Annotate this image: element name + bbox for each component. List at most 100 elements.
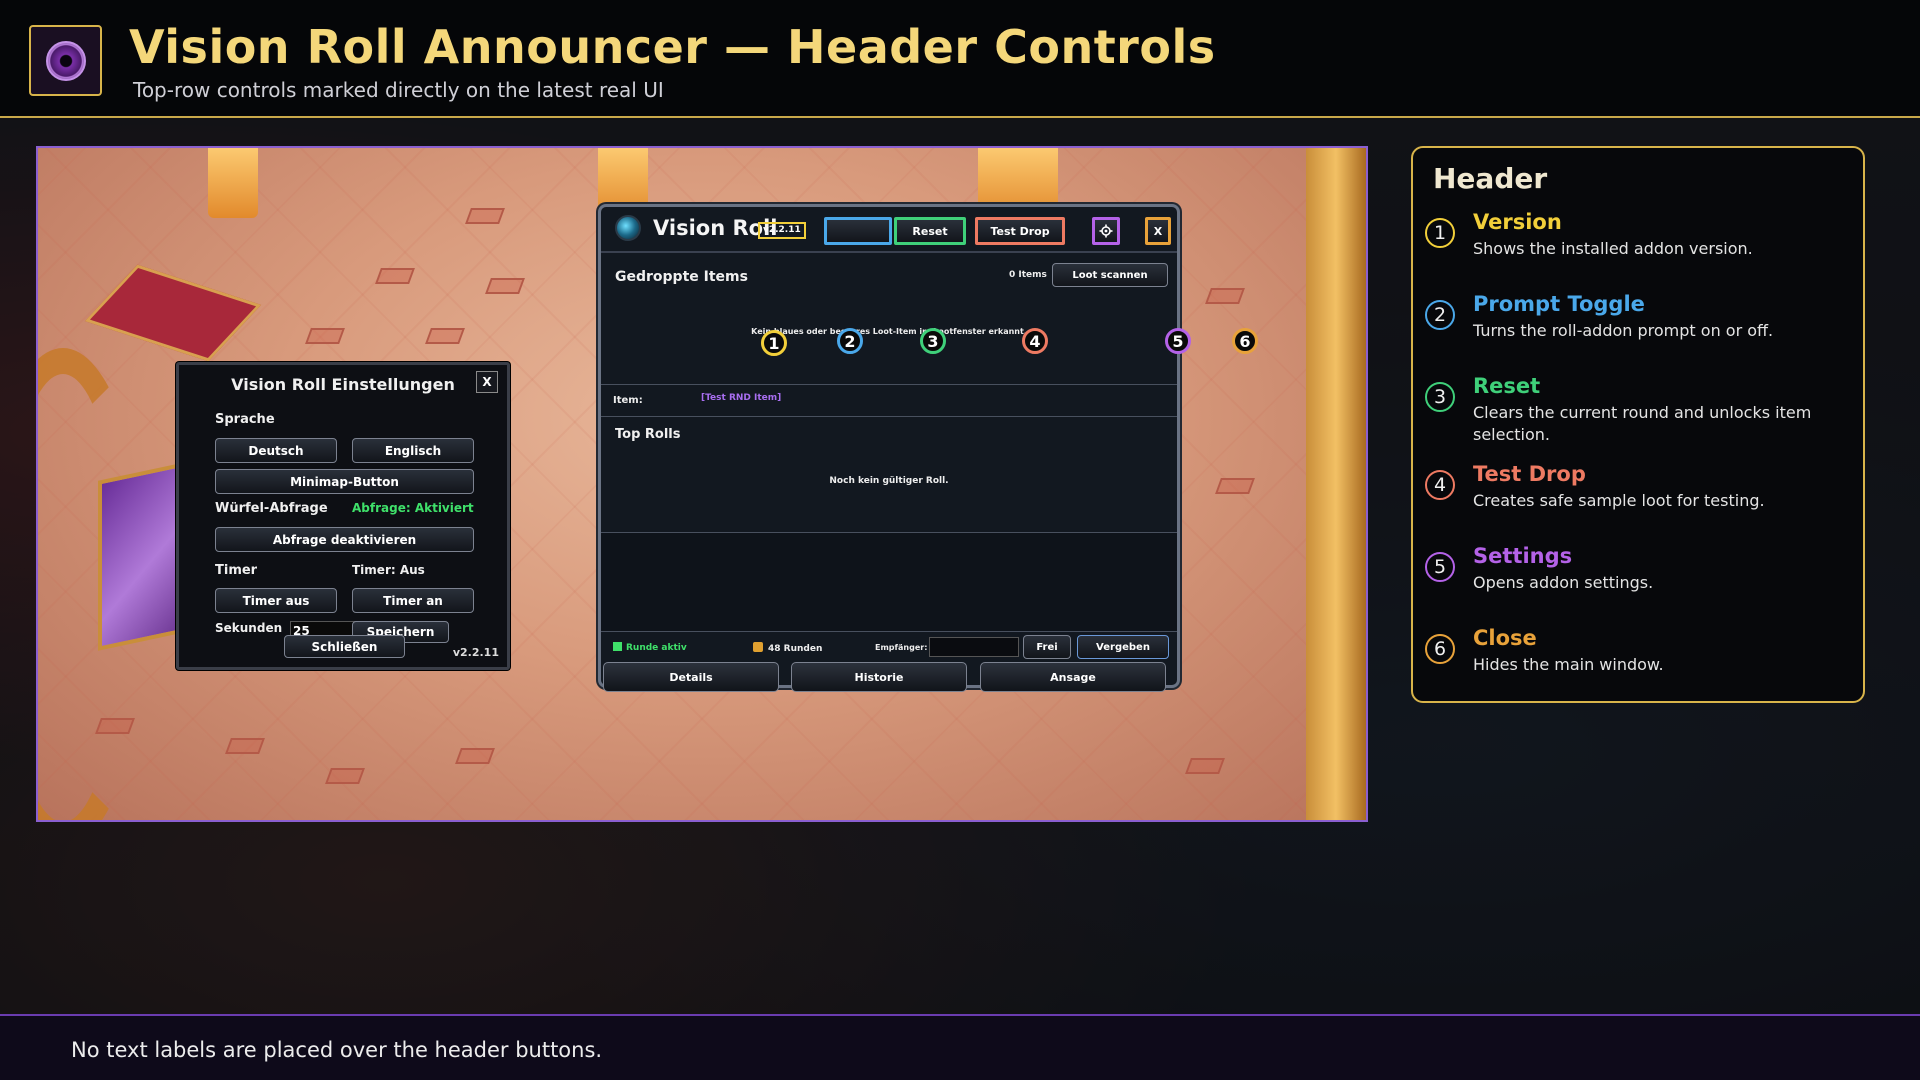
legend-name: Close (1473, 626, 1537, 650)
version-badge: v2.2.11 (758, 222, 806, 239)
addon-orb-icon (615, 215, 641, 241)
reset-button[interactable]: Reset (894, 217, 966, 245)
decor-tile (1185, 758, 1225, 774)
german-button[interactable]: Deutsch (215, 438, 337, 463)
disable-prompt-button[interactable]: Abfrage deaktivieren (215, 527, 474, 552)
timer-label: Timer (215, 563, 258, 578)
settings-close-text-button[interactable]: Schließen (284, 635, 405, 658)
empty-loot-message: Kein blaues oder besseres Loot-Item im L… (751, 327, 1027, 336)
round-status-text: Runde aktiv (626, 643, 687, 653)
timer-on-button[interactable]: Timer an (352, 588, 474, 613)
legend-name: Settings (1473, 544, 1573, 568)
decor-tile (1205, 288, 1245, 304)
decor-tile (455, 748, 495, 764)
decor-red-rug (84, 264, 262, 362)
rounds-count-text: 48 Runden (768, 644, 823, 654)
tab-history[interactable]: Historie (791, 662, 967, 692)
decor-tile (375, 268, 415, 284)
legend-number: 6 (1425, 634, 1455, 664)
tab-details[interactable]: Details (603, 662, 779, 692)
marker-4: 4 (1022, 328, 1048, 354)
decor-tile (485, 278, 525, 294)
settings-close-button[interactable]: X (476, 371, 498, 393)
legend-panel: Header 1 Version Shows the installed add… (1411, 146, 1865, 703)
timer-status: Timer: Aus (352, 563, 425, 577)
settings-version: v2.2.11 (452, 646, 499, 659)
addon-logo (29, 25, 102, 96)
title-bar: Vision Roll Announcer — Header Controls … (0, 0, 1920, 118)
legend-number: 3 (1425, 382, 1455, 412)
main-window-header: Vision Roll v2.2.11 Reset Test Drop X (601, 207, 1177, 253)
marker-5: 5 (1165, 328, 1191, 354)
legend-desc: Hides the main window. (1473, 655, 1664, 674)
legend-title: Header (1433, 162, 1548, 195)
settings-button[interactable] (1092, 217, 1120, 245)
recipient-input[interactable] (929, 637, 1019, 657)
timer-off-button[interactable]: Timer aus (215, 588, 337, 613)
rounds-counter: 48 Runden (753, 642, 822, 654)
close-button[interactable]: X (1145, 217, 1171, 245)
round-status: Runde aktiv (613, 642, 687, 653)
marker-3: 3 (920, 328, 946, 354)
minimap-button-toggle[interactable]: Minimap-Button (215, 469, 474, 494)
legend-desc: Creates safe sample loot for testing. (1473, 491, 1765, 510)
assign-button[interactable]: Vergeben (1077, 635, 1169, 659)
separator (601, 384, 1177, 385)
item-link[interactable]: [Test RND Item] (701, 393, 781, 403)
item-label: Item: (613, 395, 643, 406)
no-roll-message: Noch kein gültiger Roll. (829, 476, 949, 486)
settings-title: Vision Roll Einstellungen (231, 375, 455, 394)
legend-desc: Opens addon settings. (1473, 573, 1654, 592)
scan-loot-button[interactable]: Loot scannen (1052, 263, 1168, 287)
decor-gold-wall (1306, 148, 1366, 820)
free-button[interactable]: Frei (1023, 635, 1071, 659)
gear-icon (1099, 224, 1113, 238)
marker-1: 1 (761, 330, 787, 356)
recipient-label: Empfänger: (875, 643, 928, 652)
status-indicator-icon (613, 642, 622, 651)
decor-tile (465, 208, 505, 224)
decor-tile (95, 718, 135, 734)
english-button[interactable]: Englisch (352, 438, 474, 463)
footer-note: No text labels are placed over the heade… (71, 1038, 603, 1062)
decor-tile (1215, 478, 1255, 494)
marker-2: 2 (837, 328, 863, 354)
legend-name: Prompt Toggle (1473, 292, 1645, 316)
legend-number: 1 (1425, 218, 1455, 248)
vision-eye-icon (45, 40, 86, 81)
legend-desc: Clears the current round and unlocks ite… (1473, 403, 1812, 444)
decor-tile (225, 738, 265, 754)
legend-name: Test Drop (1473, 462, 1586, 486)
main-window: Vision Roll v2.2.11 Reset Test Drop X Ge… (598, 204, 1180, 692)
dropped-items-title: Gedroppte Items (615, 269, 748, 285)
empty-roll-area (601, 533, 1177, 631)
footer-bar: No text labels are placed over the heade… (0, 1014, 1920, 1080)
legend-number: 2 (1425, 300, 1455, 330)
decor-tile (425, 328, 465, 344)
top-rolls-title: Top Rolls (615, 427, 681, 442)
tab-announce[interactable]: Ansage (980, 662, 1166, 692)
page-title: Vision Roll Announcer — Header Controls (129, 20, 1216, 74)
item-count: 0 Items (1009, 270, 1047, 280)
coin-icon (753, 642, 763, 652)
legend-number: 4 (1425, 470, 1455, 500)
legend-name: Version (1473, 210, 1562, 234)
legend-name: Reset (1473, 374, 1541, 398)
legend-desc: Turns the roll-addon prompt on or off. (1473, 321, 1774, 340)
settings-panel: Vision Roll Einstellungen X Sprache Deut… (176, 362, 510, 670)
prompt-toggle-button[interactable] (824, 217, 892, 245)
test-drop-button[interactable]: Test Drop (975, 217, 1065, 245)
seconds-label: Sekunden (215, 621, 283, 635)
language-label: Sprache (215, 412, 275, 427)
decor-pillar (208, 148, 258, 218)
legend-desc: Shows the installed addon version. (1473, 239, 1753, 258)
game-screenshot: Vision Roll Einstellungen X Sprache Deut… (36, 146, 1368, 822)
dice-prompt-status: Abfrage: Aktiviert (352, 501, 474, 515)
separator (601, 416, 1177, 417)
marker-6: 6 (1232, 328, 1258, 354)
separator (601, 631, 1177, 632)
dice-prompt-label: Würfel-Abfrage (215, 501, 328, 516)
legend-number: 5 (1425, 552, 1455, 582)
decor-tile (325, 768, 365, 784)
decor-tile (305, 328, 345, 344)
